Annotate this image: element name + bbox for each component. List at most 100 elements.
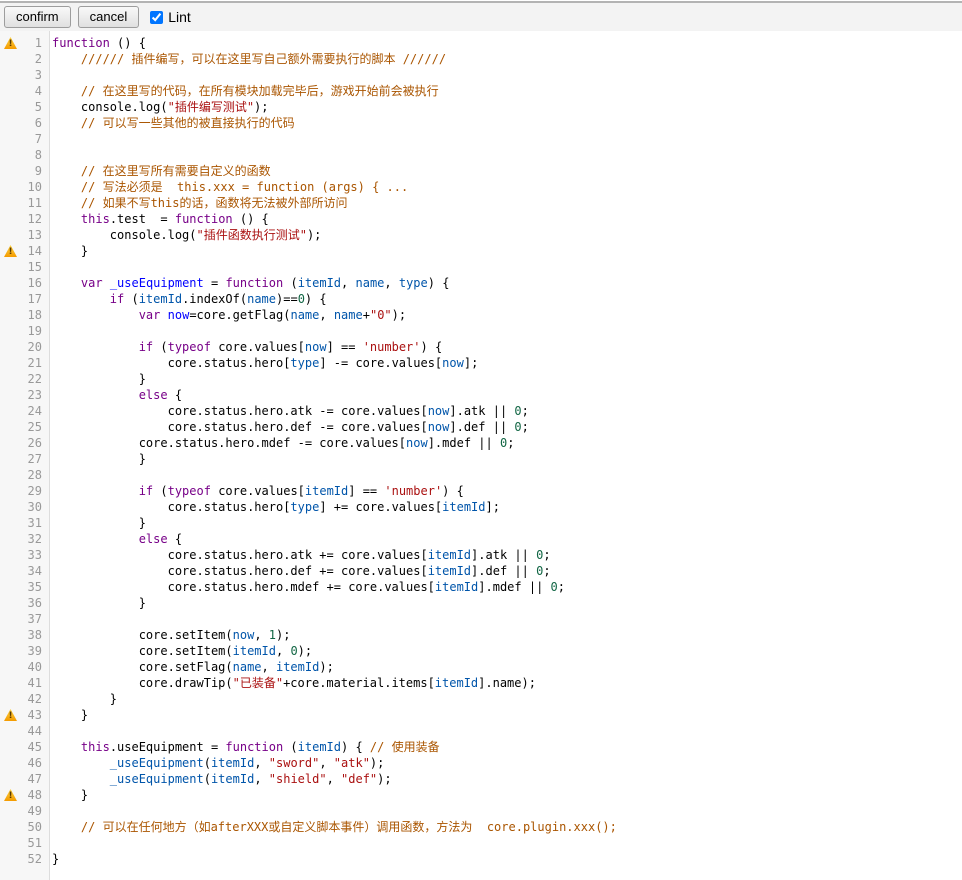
- line-number: 19: [19, 323, 46, 339]
- code-line[interactable]: 40 core.setFlag(name, itemId);: [0, 659, 962, 675]
- code-line-text: core.status.hero.atk += core.values[item…: [46, 547, 551, 563]
- lint-warning-icon: !: [0, 787, 19, 803]
- line-number: 24: [19, 403, 46, 419]
- code-line[interactable]: 42 }: [0, 691, 962, 707]
- code-line[interactable]: 13 console.log("插件函数执行测试");: [0, 227, 962, 243]
- gutter-marker-cell: [0, 563, 19, 579]
- code-line[interactable]: 17 if (itemId.indexOf(name)==0) {: [0, 291, 962, 307]
- code-token: 0: [298, 292, 305, 306]
- code-token: type: [290, 500, 319, 514]
- code-line[interactable]: 8: [0, 147, 962, 163]
- code-line[interactable]: 49: [0, 803, 962, 819]
- code-line[interactable]: 16 var _useEquipment = function (itemId,…: [0, 275, 962, 291]
- code-line[interactable]: 35 core.status.hero.mdef += core.values[…: [0, 579, 962, 595]
- code-line[interactable]: 34 core.status.hero.def += core.values[i…: [0, 563, 962, 579]
- code-line[interactable]: 31 }: [0, 515, 962, 531]
- code-line-text: core.status.hero.mdef -= core.values[now…: [46, 435, 514, 451]
- code-line[interactable]: 41 core.drawTip("已装备"+core.material.item…: [0, 675, 962, 691]
- code-line[interactable]: 4 // 在这里写的代码，在所有模块加载完毕后，游戏开始前会被执行: [0, 83, 962, 99]
- code-token: "0": [370, 308, 392, 322]
- code-line[interactable]: 20 if (typeof core.values[now] == 'numbe…: [0, 339, 962, 355]
- code-line[interactable]: !43 }: [0, 707, 962, 723]
- code-line[interactable]: 19: [0, 323, 962, 339]
- code-token: core.status.hero[: [52, 356, 290, 370]
- code-line[interactable]: 18 var now=core.getFlag(name, name+"0");: [0, 307, 962, 323]
- code-token: itemId: [276, 660, 319, 674]
- code-line[interactable]: 12 this.test = function () {: [0, 211, 962, 227]
- code-line[interactable]: 52}: [0, 851, 962, 867]
- code-token: (: [124, 292, 138, 306]
- code-token: [52, 484, 139, 498]
- code-token: itemId: [211, 772, 254, 786]
- code-token: ;: [522, 420, 529, 434]
- line-number: 13: [19, 227, 46, 243]
- code-line-text: core.setItem(now, 1);: [46, 627, 290, 643]
- code-line[interactable]: !48 }: [0, 787, 962, 803]
- code-token: core.setItem(: [52, 628, 233, 642]
- gutter-marker-cell: [0, 643, 19, 659]
- code-line[interactable]: 23 else {: [0, 387, 962, 403]
- code-line[interactable]: 30 core.status.hero[type] += core.values…: [0, 499, 962, 515]
- line-number: 20: [19, 339, 46, 355]
- code-line-text: }: [46, 787, 88, 803]
- gutter-marker-cell: [0, 371, 19, 387]
- code-token: );: [370, 756, 384, 770]
- code-line[interactable]: 45 this.useEquipment = function (itemId)…: [0, 739, 962, 755]
- code-token: [52, 340, 139, 354]
- code-line[interactable]: 21 core.status.hero[type] -= core.values…: [0, 355, 962, 371]
- code-token: itemId: [428, 548, 471, 562]
- code-line[interactable]: 25 core.status.hero.def -= core.values[n…: [0, 419, 962, 435]
- code-lines[interactable]: !1function () {2 ////// 插件编写，可以在这里写自己额外需…: [0, 31, 962, 867]
- code-line[interactable]: 24 core.status.hero.atk -= core.values[n…: [0, 403, 962, 419]
- gutter-marker-cell: [0, 467, 19, 483]
- code-line-text: [46, 259, 52, 275]
- code-line[interactable]: 9 // 在这里写所有需要自定义的函数: [0, 163, 962, 179]
- code-line[interactable]: 10 // 写法必须是 this.xxx = function (args) {…: [0, 179, 962, 195]
- code-line[interactable]: 33 core.status.hero.atk += core.values[i…: [0, 547, 962, 563]
- code-token: ];: [464, 356, 478, 370]
- code-line[interactable]: 32 else {: [0, 531, 962, 547]
- toolbar: confirm cancel Lint: [0, 3, 962, 31]
- code-line[interactable]: 6 // 可以写一些其他的被直接执行的代码: [0, 115, 962, 131]
- code-line[interactable]: 38 core.setItem(now, 1);: [0, 627, 962, 643]
- confirm-button[interactable]: confirm: [4, 6, 71, 28]
- code-token: ].name);: [478, 676, 536, 690]
- code-line[interactable]: 29 if (typeof core.values[itemId] == 'nu…: [0, 483, 962, 499]
- code-line[interactable]: 11 // 如果不写this的话，函数将无法被外部所访问: [0, 195, 962, 211]
- gutter-marker-cell: [0, 355, 19, 371]
- code-token: "插件函数执行测试": [197, 228, 307, 242]
- lint-checkbox[interactable]: [150, 11, 163, 24]
- code-line[interactable]: 15: [0, 259, 962, 275]
- code-line[interactable]: 44: [0, 723, 962, 739]
- line-number: 2: [19, 51, 46, 67]
- code-line[interactable]: 50 // 可以在任何地方（如afterXXX或自定义脚本事件）调用函数，方法为…: [0, 819, 962, 835]
- code-line[interactable]: 51: [0, 835, 962, 851]
- code-token: );: [319, 660, 333, 674]
- code-line[interactable]: 3: [0, 67, 962, 83]
- code-token: function: [225, 740, 283, 754]
- code-token: ,: [254, 628, 268, 642]
- code-line-text: if (typeof core.values[itemId] == 'numbe…: [46, 483, 464, 499]
- code-line[interactable]: !1function () {: [0, 35, 962, 51]
- gutter-marker-cell: [0, 851, 19, 867]
- code-line[interactable]: 47 _useEquipment(itemId, "shield", "def"…: [0, 771, 962, 787]
- code-line[interactable]: 5 console.log("插件编写测试");: [0, 99, 962, 115]
- code-line[interactable]: 26 core.status.hero.mdef -= core.values[…: [0, 435, 962, 451]
- gutter-marker-cell: [0, 51, 19, 67]
- code-line[interactable]: 46 _useEquipment(itemId, "sword", "atk")…: [0, 755, 962, 771]
- code-editor[interactable]: !1function () {2 ////// 插件编写，可以在这里写自己额外需…: [0, 31, 962, 880]
- code-line[interactable]: 22 }: [0, 371, 962, 387]
- code-line[interactable]: 37: [0, 611, 962, 627]
- code-line[interactable]: 2 ////// 插件编写，可以在这里写自己额外需要执行的脚本 //////: [0, 51, 962, 67]
- code-line[interactable]: 36 }: [0, 595, 962, 611]
- code-line[interactable]: 7: [0, 131, 962, 147]
- code-token: typeof: [168, 484, 211, 498]
- code-line[interactable]: 39 core.setItem(itemId, 0);: [0, 643, 962, 659]
- cancel-button[interactable]: cancel: [78, 6, 140, 28]
- code-line[interactable]: 28: [0, 467, 962, 483]
- code-line[interactable]: !14 }: [0, 243, 962, 259]
- line-number: 18: [19, 307, 46, 323]
- code-token: }: [52, 692, 117, 706]
- code-line[interactable]: 27 }: [0, 451, 962, 467]
- code-token: [52, 196, 81, 210]
